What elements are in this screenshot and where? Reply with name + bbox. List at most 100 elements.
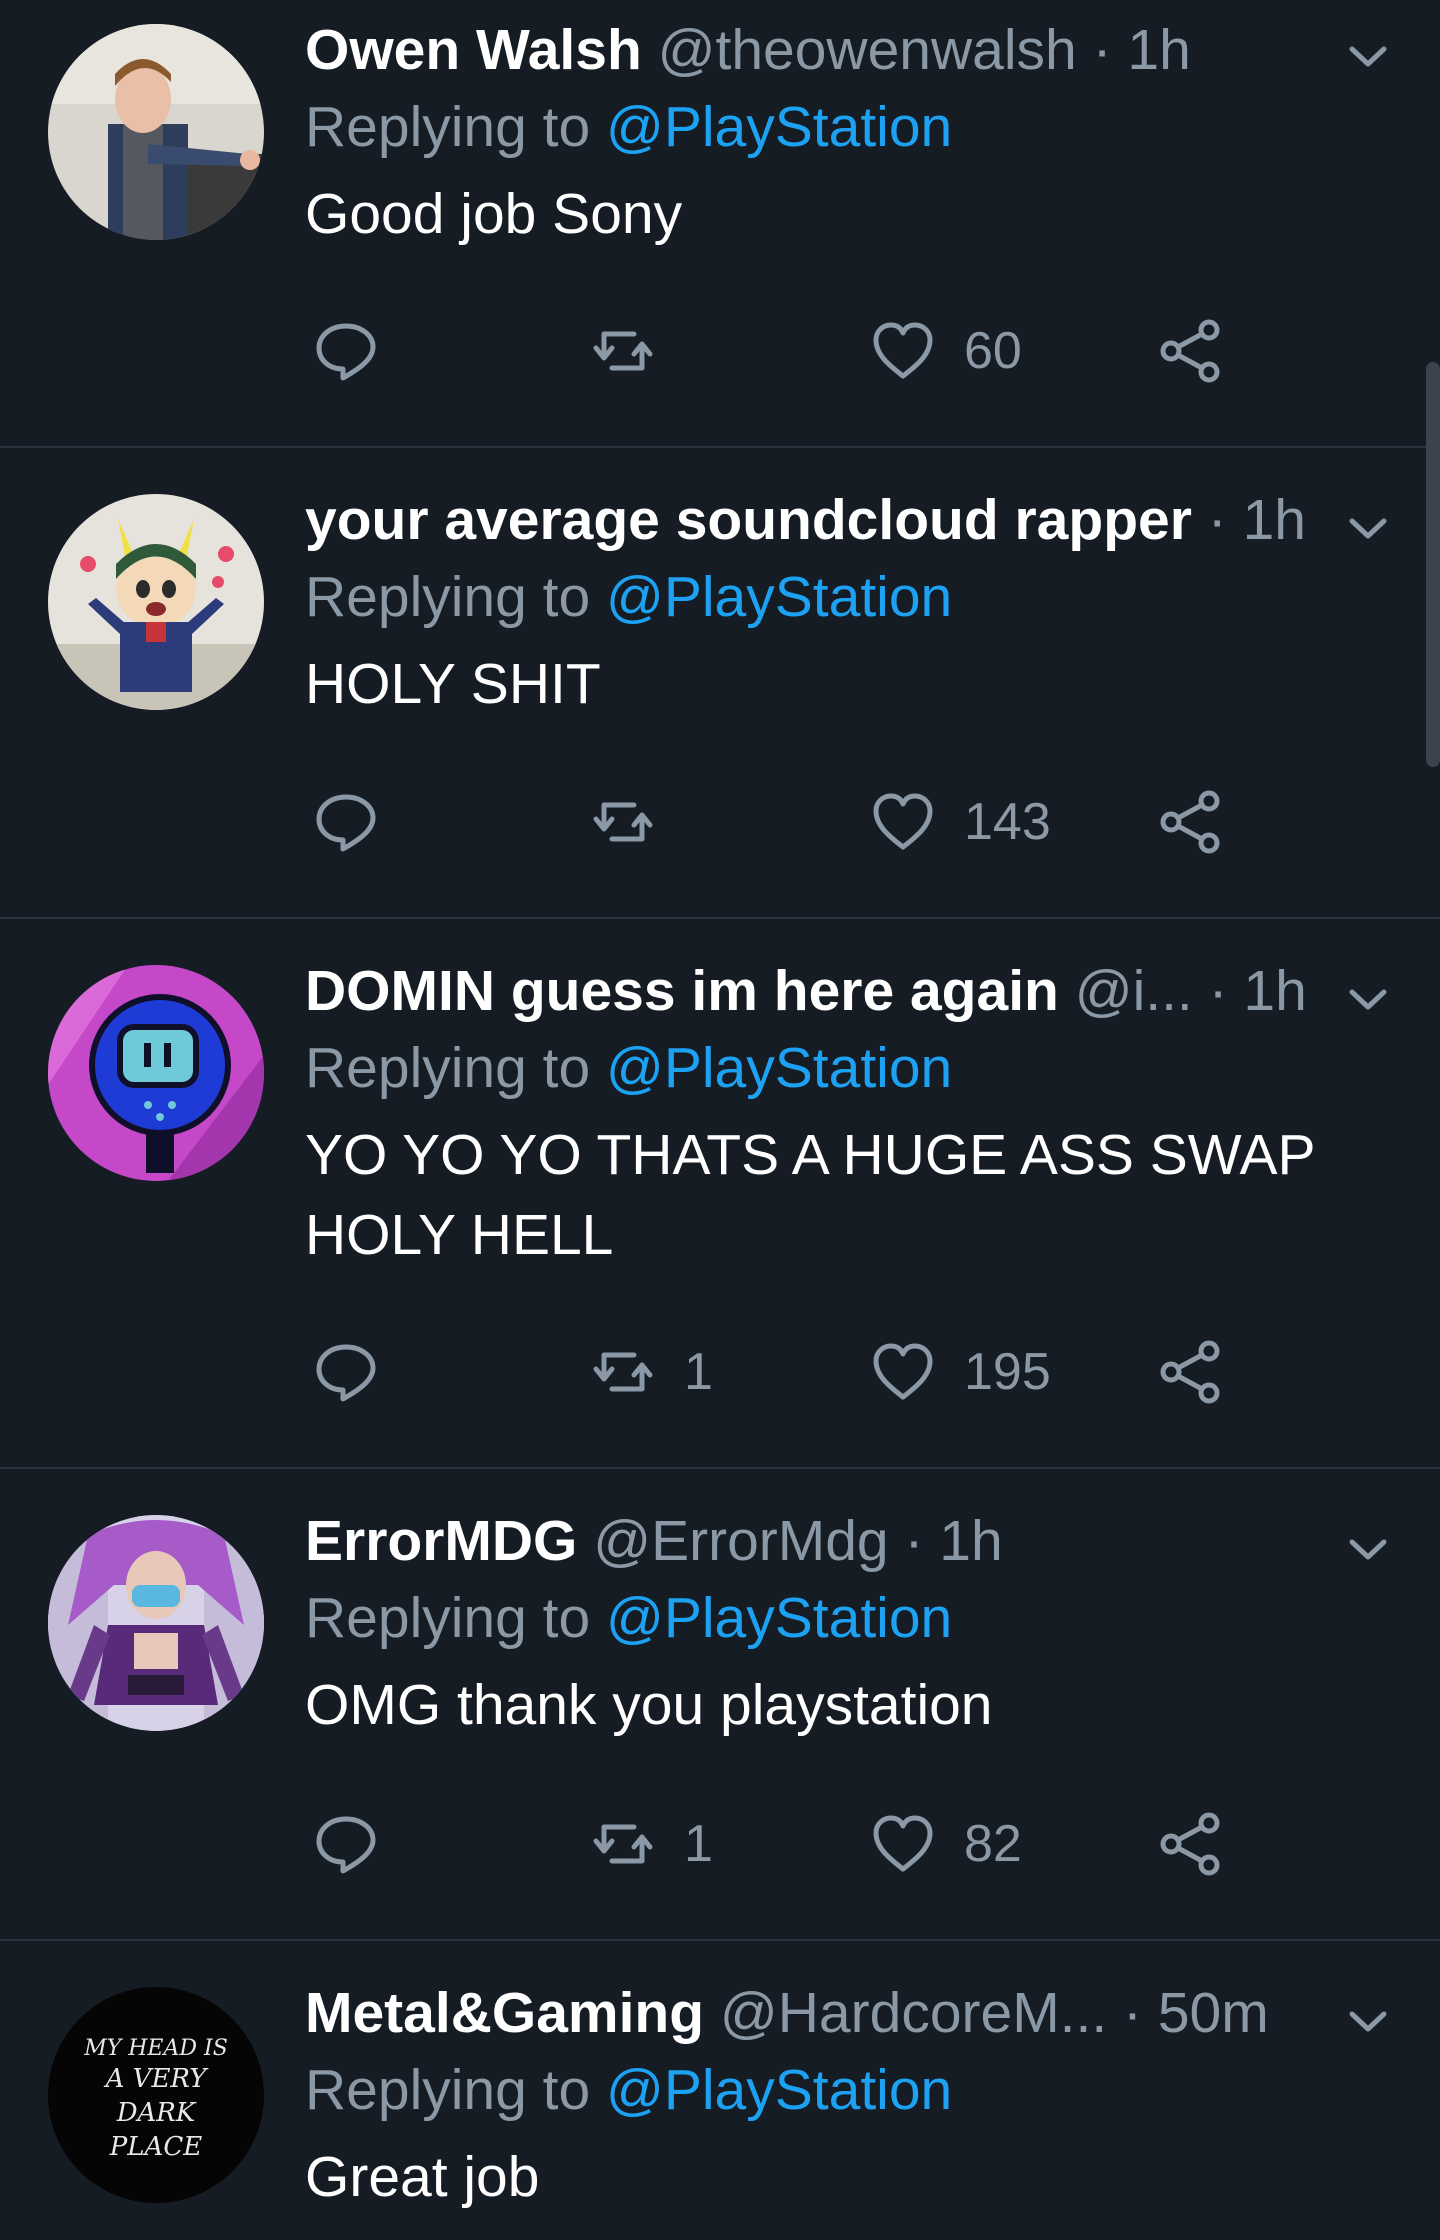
tweet-text: HOLY SHIT (305, 652, 601, 716)
display-name[interactable]: Owen Walsh (305, 18, 642, 82)
action-bar: 143 (305, 787, 1440, 857)
avatar-text-line: PLACE (109, 2132, 202, 2162)
user-handle[interactable]: @HardcoreM... (720, 1981, 1107, 2045)
share-icon (1160, 1812, 1220, 1876)
retweet-icon (593, 1352, 653, 1392)
replying-to: Replying to @PlayStation (305, 556, 1350, 638)
tweet-text: OMG thank you playstation (305, 1673, 993, 1737)
replying-prefix: Replying to (305, 1036, 607, 1100)
tweet-text: YO YO YO THATS A HUGE ASS SWAP HOLY HELL (305, 1123, 1331, 1267)
display-name[interactable]: DOMIN guess im here again (305, 959, 1059, 1023)
separator-dot: · (1192, 959, 1244, 1023)
share-icon (1160, 790, 1220, 854)
chevron-down-icon[interactable] (1346, 34, 1390, 78)
timestamp[interactable]: 1h (1243, 959, 1306, 1023)
retweet-count: 1 (684, 1343, 713, 1401)
mention-link[interactable]: @PlayStation (606, 1586, 952, 1650)
like-count: 82 (964, 1815, 1022, 1873)
display-name[interactable]: Metal&Gaming (305, 1981, 704, 2045)
reply-button[interactable] (313, 1337, 407, 1407)
retweet-icon (593, 1824, 653, 1864)
user-handle[interactable]: @ErrorMdg (593, 1509, 888, 1573)
share-button[interactable] (1157, 1809, 1223, 1879)
tweet-header: Owen Walsh @theowenwalsh · 1h (305, 14, 1350, 86)
share-button[interactable] (1157, 1337, 1223, 1407)
retweet-count: 1 (684, 1815, 713, 1873)
replying-prefix: Replying to (305, 1586, 607, 1650)
tweet[interactable]: ErrorMDG @ErrorMdg · 1h Replying to @Pla… (0, 1469, 1440, 1941)
reply-icon (316, 794, 376, 852)
tweet-feed: Owen Walsh @theowenwalsh · 1h Replying t… (0, 0, 1440, 2240)
action-bar: 1 195 (305, 1337, 1440, 1407)
display-name[interactable]: your average soundcloud rapper (305, 488, 1192, 552)
tweet-text: Great job (305, 2145, 540, 2209)
tweet[interactable]: your average soundcloud rapper · 1h Repl… (0, 448, 1440, 919)
tweet[interactable]: MY HEAD IS A VERY DARK PLACE Metal&Gamin… (0, 1941, 1440, 2240)
replying-prefix: Replying to (305, 2058, 607, 2122)
separator-dot: · (1076, 18, 1128, 82)
like-button[interactable]: 143 (870, 787, 1051, 857)
scrollbar[interactable] (1426, 362, 1440, 767)
like-count: 60 (964, 322, 1022, 380)
avatar[interactable] (48, 1515, 264, 1731)
retweet-button[interactable] (590, 316, 684, 386)
timestamp[interactable]: 1h (1243, 488, 1306, 552)
mention-link[interactable]: @PlayStation (606, 2058, 952, 2122)
user-handle[interactable]: @i... (1075, 959, 1193, 1023)
avatar-text-line: MY HEAD IS (83, 2036, 228, 2061)
replying-prefix: Replying to (305, 95, 607, 159)
tweet-text: Good job Sony (305, 182, 683, 246)
reply-icon (316, 1816, 376, 1874)
tweet[interactable]: Owen Walsh @theowenwalsh · 1h Replying t… (0, 0, 1440, 448)
mention-link[interactable]: @PlayStation (606, 565, 952, 629)
reply-icon (316, 323, 376, 381)
avatar-text-line: DARK (116, 2098, 197, 2128)
replying-to: Replying to @PlayStation (305, 2049, 1350, 2131)
chevron-down-icon[interactable] (1346, 977, 1390, 1021)
mention-link[interactable]: @PlayStation (606, 95, 952, 159)
heart-icon (873, 322, 933, 379)
chevron-down-icon[interactable] (1346, 1527, 1390, 1571)
user-handle[interactable]: @theowenwalsh (658, 18, 1077, 82)
tweet[interactable]: DOMIN guess im here again @i... · 1h Rep… (0, 919, 1440, 1469)
mention-link[interactable]: @PlayStation (606, 1036, 952, 1100)
replying-prefix: Replying to (305, 565, 607, 629)
reply-button[interactable] (313, 316, 407, 386)
retweet-button[interactable] (590, 787, 684, 857)
replying-to: Replying to @PlayStation (305, 1027, 1350, 1109)
display-name[interactable]: ErrorMDG (305, 1509, 577, 1573)
tweet-header: DOMIN guess im here again @i... · 1h (305, 955, 1350, 1027)
avatar[interactable]: MY HEAD IS A VERY DARK PLACE (48, 1987, 264, 2203)
tweet-content: Owen Walsh @theowenwalsh · 1h Replying t… (305, 14, 1350, 254)
separator-dot: · (888, 1509, 940, 1573)
tweet-header: ErrorMDG @ErrorMdg · 1h (305, 1505, 1350, 1577)
chevron-down-icon[interactable] (1346, 1999, 1390, 2043)
retweet-icon (593, 802, 653, 842)
avatar[interactable] (48, 965, 264, 1181)
reply-button[interactable] (313, 1809, 407, 1879)
avatar[interactable] (48, 24, 264, 240)
timestamp[interactable]: 1h (1127, 18, 1190, 82)
reply-button[interactable] (313, 787, 407, 857)
share-button[interactable] (1157, 316, 1223, 386)
like-button[interactable]: 82 (870, 1809, 1022, 1879)
replying-to: Replying to @PlayStation (305, 86, 1350, 168)
like-button[interactable]: 60 (870, 316, 1022, 386)
retweet-button[interactable]: 1 (590, 1337, 713, 1407)
tweet-content: DOMIN guess im here again @i... · 1h Rep… (305, 955, 1350, 1275)
tweet-header: your average soundcloud rapper · 1h (305, 484, 1350, 556)
separator-dot: · (1107, 1981, 1158, 2045)
replying-to: Replying to @PlayStation (305, 1577, 1350, 1659)
avatar[interactable] (48, 494, 264, 710)
share-button[interactable] (1157, 787, 1223, 857)
like-count: 195 (964, 1343, 1051, 1401)
retweet-button[interactable]: 1 (590, 1809, 713, 1879)
tweet-content: ErrorMDG @ErrorMdg · 1h Replying to @Pla… (305, 1505, 1350, 1745)
action-bar: 1 82 (305, 1809, 1440, 1879)
like-button[interactable]: 195 (870, 1337, 1051, 1407)
share-icon (1160, 1340, 1220, 1404)
chevron-down-icon[interactable] (1346, 506, 1390, 550)
timestamp[interactable]: 50m (1158, 1981, 1269, 2045)
timestamp[interactable]: 1h (939, 1509, 1002, 1573)
tweet-header: Metal&Gaming @HardcoreM... · 50m (305, 1977, 1350, 2049)
